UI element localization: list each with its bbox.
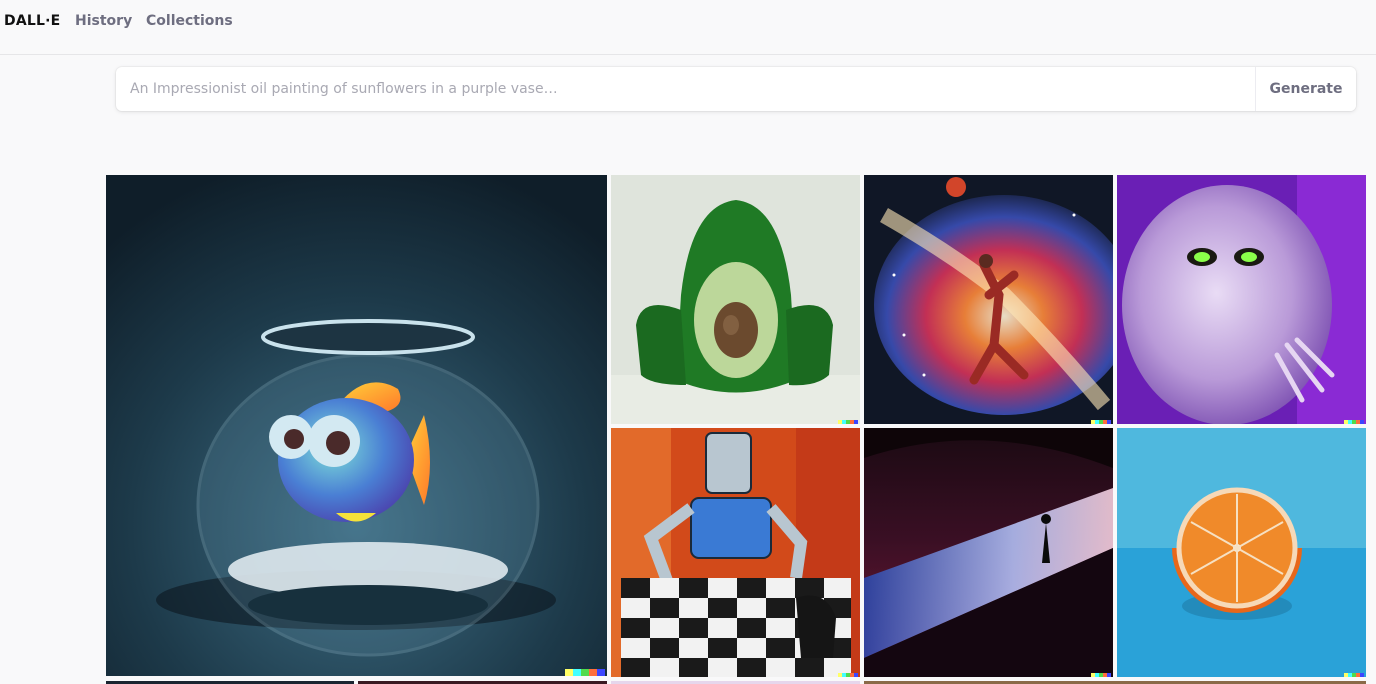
avocado-chair-image	[611, 175, 860, 424]
fishbowl-image	[106, 175, 607, 676]
gallery-image-robot-chess[interactable]	[611, 428, 860, 677]
nav-history-link[interactable]: History	[75, 13, 132, 31]
robot-chess-image	[611, 428, 860, 677]
gallery-image-fishbowl[interactable]	[106, 175, 607, 676]
top-nav: DALL·E History Collections	[0, 0, 1376, 55]
gallery-image-purple-monster[interactable]	[1117, 175, 1366, 424]
prompt-bar: Generate	[116, 67, 1356, 111]
gallery-image-galaxy-basketball[interactable]	[864, 175, 1113, 424]
gallery-image-orange[interactable]	[1117, 428, 1366, 677]
brand-logo[interactable]: DALL·E	[4, 13, 60, 31]
gallery-image-dune-silhouette[interactable]	[864, 428, 1113, 677]
prompt-input[interactable]	[116, 67, 1255, 111]
gallery-image-avocado-chair[interactable]	[611, 175, 860, 424]
dalle-watermark	[1091, 420, 1111, 424]
dalle-watermark	[565, 669, 605, 676]
purple-monster-image	[1117, 175, 1366, 424]
dalle-watermark	[838, 420, 858, 424]
dalle-watermark	[1091, 673, 1111, 677]
generate-button[interactable]: Generate	[1255, 67, 1356, 111]
nav-collections-link[interactable]: Collections	[146, 13, 233, 31]
galaxy-basketball-image	[864, 175, 1113, 424]
dalle-watermark	[1344, 420, 1364, 424]
dune-silhouette-image	[864, 428, 1113, 677]
orange-image	[1117, 428, 1366, 677]
dalle-watermark	[1344, 673, 1364, 677]
dalle-watermark	[838, 673, 858, 677]
